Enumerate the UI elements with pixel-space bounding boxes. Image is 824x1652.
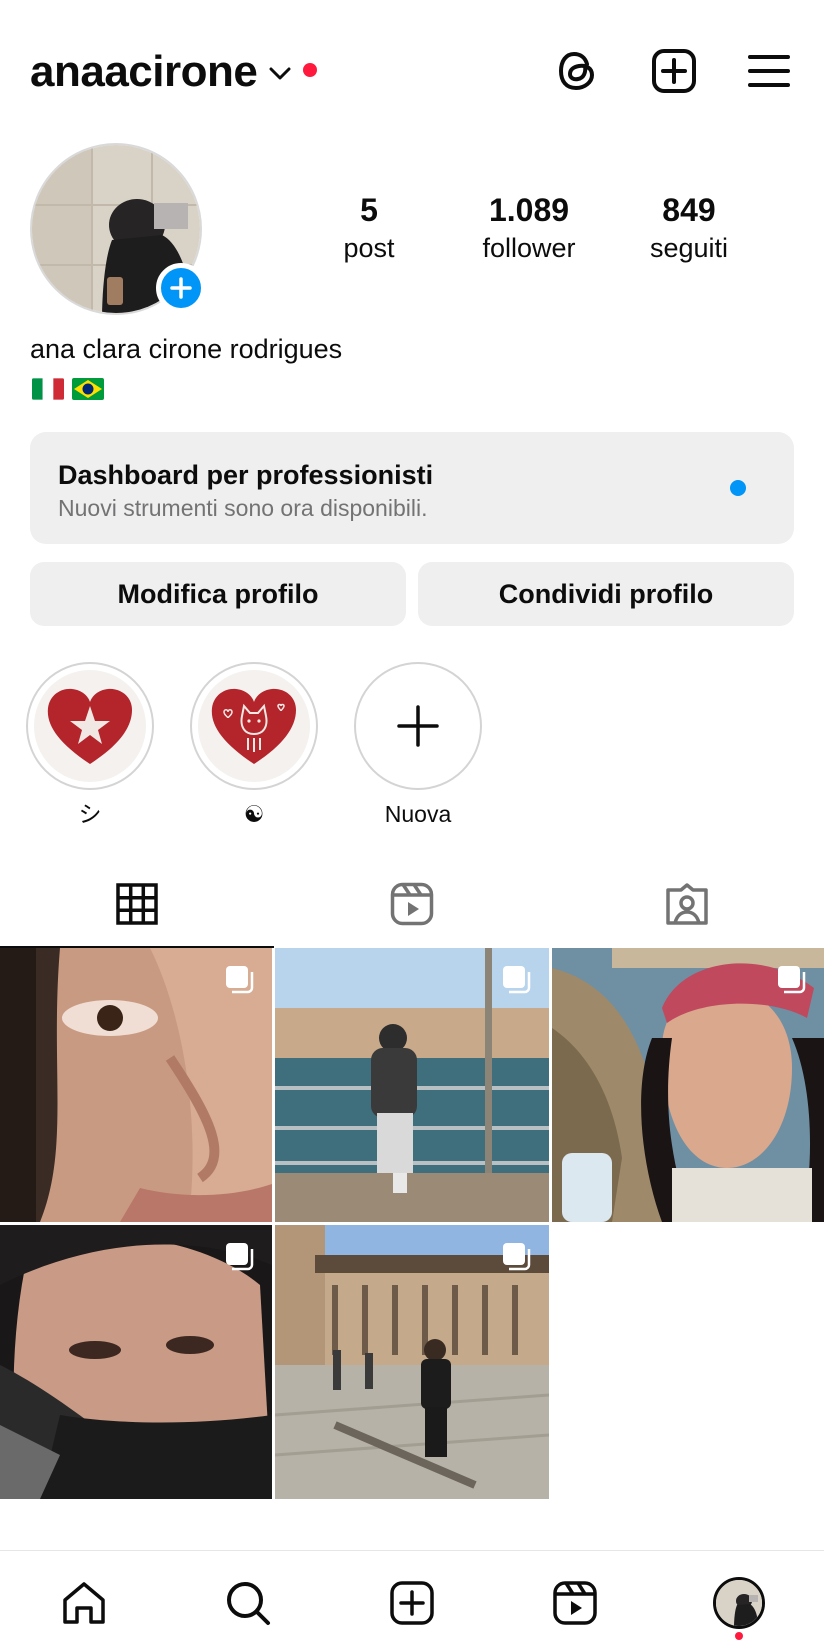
multi-image-icon bbox=[226, 966, 254, 994]
highlight-label: Nuova bbox=[384, 801, 452, 827]
post-grid bbox=[0, 948, 824, 1499]
full-name: ana clara cirone rodrigues bbox=[30, 334, 343, 364]
stat-label: post bbox=[343, 233, 395, 263]
create-post-icon[interactable] bbox=[649, 46, 699, 96]
italy-flag-icon bbox=[32, 378, 64, 400]
grid-icon bbox=[116, 883, 158, 925]
stat-value: 1.089 bbox=[488, 192, 570, 228]
heart-star-icon bbox=[34, 670, 146, 782]
notification-dot bbox=[303, 63, 318, 77]
reels-icon bbox=[553, 1581, 597, 1625]
multi-image-icon bbox=[503, 966, 531, 994]
highlight-item[interactable]: ☯ bbox=[190, 662, 318, 828]
multi-image-icon bbox=[778, 966, 806, 994]
nav-create[interactable] bbox=[384, 1575, 440, 1631]
post-thumbnail[interactable] bbox=[275, 948, 549, 1222]
threads-icon[interactable] bbox=[553, 46, 603, 96]
stat-value: 849 bbox=[662, 192, 716, 228]
plus-icon bbox=[170, 277, 192, 299]
profile-avatar bbox=[713, 1577, 765, 1629]
account-switcher[interactable]: anaacirone bbox=[30, 44, 318, 100]
stat-label: follower bbox=[482, 233, 576, 263]
dashboard-subtitle: Nuovi strumenti sono ora disponibili. bbox=[58, 495, 428, 521]
menu-icon[interactable] bbox=[744, 46, 794, 96]
post-thumbnail[interactable] bbox=[0, 948, 272, 1222]
stat-value: 5 bbox=[360, 192, 378, 228]
add-story-button[interactable] bbox=[156, 263, 206, 313]
tagged-icon bbox=[666, 883, 708, 925]
tab-grid[interactable] bbox=[0, 862, 274, 948]
heart-cat-icon bbox=[198, 670, 310, 782]
highlight-label: シ bbox=[78, 801, 102, 827]
username: anaacirone bbox=[30, 47, 258, 96]
tab-reels[interactable] bbox=[275, 862, 549, 946]
stat-label: seguiti bbox=[649, 233, 729, 263]
post-thumbnail[interactable] bbox=[0, 1225, 272, 1499]
notification-dot bbox=[735, 1632, 743, 1640]
edit-profile-button[interactable]: Modifica profilo bbox=[30, 562, 406, 626]
multi-image-icon bbox=[503, 1243, 531, 1271]
dashboard-title: Dashboard per professionisti bbox=[58, 460, 434, 490]
bottom-navigation bbox=[0, 1550, 824, 1652]
plus-icon bbox=[397, 705, 439, 747]
highlight-item[interactable]: シ bbox=[26, 662, 154, 828]
home-icon bbox=[63, 1582, 105, 1624]
new-highlight-button[interactable]: Nuova bbox=[354, 662, 482, 828]
stat-following[interactable]: 849 seguiti bbox=[609, 190, 769, 266]
multi-image-icon bbox=[226, 1243, 254, 1271]
reels-icon bbox=[390, 882, 434, 926]
professional-dashboard-card[interactable]: Dashboard per professionisti Nuovi strum… bbox=[30, 432, 794, 544]
profile-avatar[interactable] bbox=[30, 143, 206, 315]
create-icon bbox=[390, 1581, 434, 1625]
top-bar: anaacirone bbox=[0, 0, 824, 140]
nav-profile[interactable] bbox=[711, 1575, 767, 1631]
stat-posts[interactable]: 5 post bbox=[289, 190, 449, 266]
nav-search[interactable] bbox=[220, 1575, 276, 1631]
bio bbox=[32, 373, 104, 400]
brazil-flag-icon bbox=[72, 378, 104, 400]
nav-reels[interactable] bbox=[547, 1575, 603, 1631]
share-profile-button[interactable]: Condividi profilo bbox=[418, 562, 794, 626]
search-icon bbox=[227, 1582, 270, 1625]
stat-followers[interactable]: 1.089 follower bbox=[449, 190, 609, 266]
new-indicator-dot bbox=[730, 480, 746, 496]
nav-home[interactable] bbox=[56, 1575, 112, 1631]
post-thumbnail[interactable] bbox=[552, 948, 824, 1222]
chevron-down-icon bbox=[269, 67, 291, 80]
post-thumbnail[interactable] bbox=[275, 1225, 549, 1499]
tab-tagged[interactable] bbox=[550, 862, 824, 946]
highlight-label: ☯ bbox=[243, 801, 265, 827]
profile-tabs bbox=[0, 862, 824, 948]
